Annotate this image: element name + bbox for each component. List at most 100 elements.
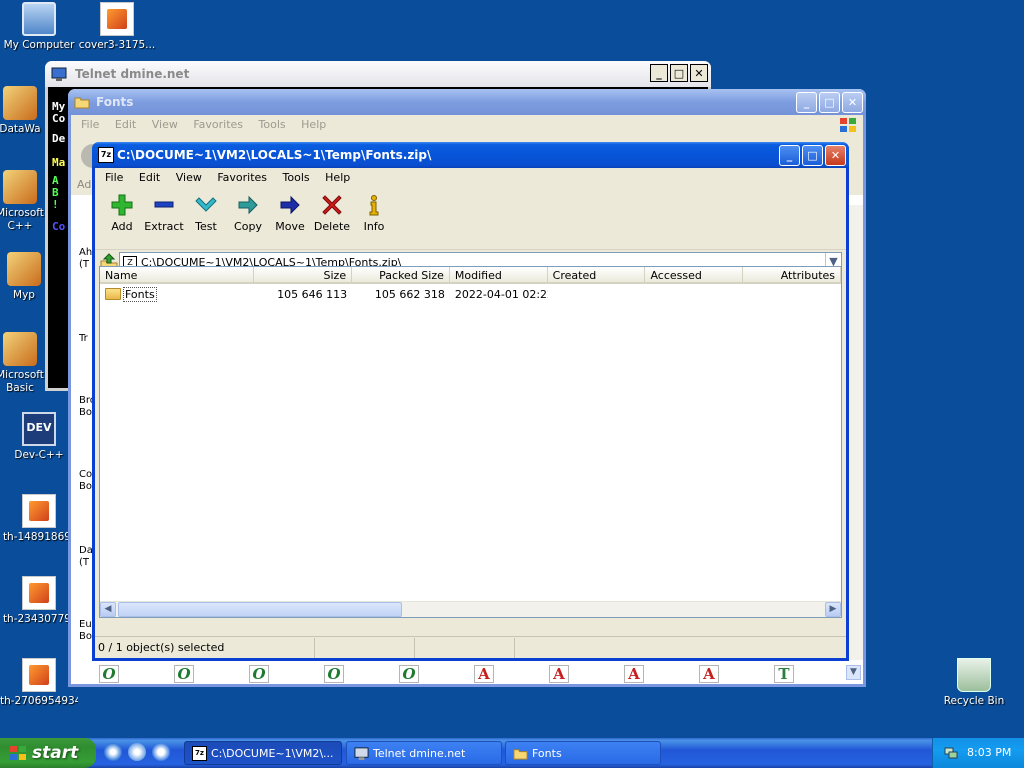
cell-attributes [743, 286, 841, 303]
maximize-button[interactable]: □ [670, 64, 688, 82]
opentype-font-icon[interactable]: O [399, 665, 419, 683]
telnet-icon [51, 67, 67, 81]
raster-font-icon[interactable]: A [699, 665, 719, 683]
minimize-button[interactable]: _ [650, 64, 668, 82]
desktop-icon-label: Recycle Bin [943, 695, 1005, 707]
delete-label: Delete [313, 220, 351, 233]
scroll-down-button[interactable]: ▼ [846, 665, 861, 680]
menu-tools[interactable]: Tools [253, 118, 292, 131]
opentype-font-icon[interactable]: O [249, 665, 269, 683]
close-button[interactable]: ✕ [842, 92, 863, 113]
col-created[interactable]: Created [548, 267, 646, 284]
desktop-icon-label: My Computer [3, 39, 75, 51]
menu-view[interactable]: View [146, 118, 184, 131]
scroll-left-button[interactable]: ◀ [100, 602, 116, 617]
windows-flag-icon [10, 746, 26, 760]
extract-label: Extract [144, 220, 184, 233]
font-list-item[interactable]: Co [79, 469, 92, 480]
file-list[interactable]: Name Size Packed Size Modified Created A… [99, 266, 842, 618]
desktop-icon-cover3[interactable]: cover3-3175... [78, 2, 156, 51]
image-file-icon [22, 494, 56, 528]
raster-font-icon[interactable]: A [624, 665, 644, 683]
internet-explorer-icon[interactable] [104, 743, 122, 761]
add-label: Add [111, 220, 133, 233]
menu-help[interactable]: Help [319, 171, 356, 184]
raster-font-icon[interactable]: A [474, 665, 494, 683]
desktop-icon-microsoft-cpp[interactable]: Microsoft C++ [0, 170, 50, 233]
desktop-icon-dev-cpp[interactable]: DEV Dev-C++ [0, 412, 78, 461]
start-button[interactable]: start [0, 738, 96, 768]
horizontal-scrollbar[interactable]: ◀ ▶ [100, 601, 841, 617]
menu-edit[interactable]: Edit [109, 118, 142, 131]
font-list-item[interactable]: (T [79, 557, 89, 568]
add-button[interactable]: Add [101, 192, 143, 249]
maximize-button[interactable]: □ [819, 92, 840, 113]
font-list-item[interactable]: (T [79, 259, 89, 270]
menu-edit[interactable]: Edit [133, 171, 166, 184]
taskbar-button-7zip[interactable]: 7z C:\DOCUME~1\VM2\... [184, 741, 342, 765]
outlook-express-icon[interactable] [128, 743, 146, 761]
font-list-item[interactable]: Da [79, 545, 93, 556]
col-accessed[interactable]: Accessed [645, 267, 744, 284]
desktop-icon-th-234307[interactable]: th-23430779( [0, 576, 78, 625]
fonts-titlebar[interactable]: Fonts _ □ ✕ [68, 89, 866, 115]
menu-file[interactable]: File [99, 171, 129, 184]
fonts-vertical-scrollbar[interactable] [847, 205, 863, 660]
extract-button[interactable]: Extract [143, 192, 185, 249]
opentype-font-icon[interactable]: O [99, 665, 119, 683]
desktop-icon-th-270695[interactable]: th-2706954934 [0, 658, 78, 707]
col-modified[interactable]: Modified [450, 267, 548, 284]
font-list-item[interactable]: Bo [79, 481, 92, 492]
truetype-font-icon[interactable]: T [774, 665, 794, 683]
scrollbar-thumb[interactable] [118, 602, 402, 617]
opentype-font-icon[interactable]: O [174, 665, 194, 683]
desktop-icon-label: cover3-3175... [78, 39, 156, 51]
info-button[interactable]: Info [353, 192, 395, 249]
minimize-button[interactable]: _ [796, 92, 817, 113]
delete-button[interactable]: Delete [311, 192, 353, 249]
table-row[interactable]: Fonts 105 646 113 105 662 318 2022-04-01… [100, 286, 841, 303]
col-name[interactable]: Name [100, 267, 255, 284]
media-player-icon[interactable] [152, 743, 170, 761]
font-list-item[interactable]: Ah [79, 247, 92, 258]
opentype-font-icon[interactable]: O [324, 665, 344, 683]
7zip-window[interactable]: 7z C:\DOCUME~1\VM2\LOCALS~1\Temp\Fonts.z… [92, 142, 849, 661]
taskbar-button-telnet[interactable]: Telnet dmine.net [346, 741, 502, 765]
maximize-button[interactable]: □ [802, 145, 823, 166]
font-list-item[interactable]: Eu [79, 619, 92, 630]
copy-button[interactable]: Copy [227, 192, 269, 249]
desktop-icon-myp[interactable]: Myp [0, 252, 48, 301]
close-button[interactable]: ✕ [825, 145, 846, 166]
status-text: 0 / 1 object(s) selected [95, 638, 315, 658]
7zip-toolbar: Add Extract Test Copy Move Delete Info [95, 188, 846, 250]
col-attributes[interactable]: Attributes [743, 267, 841, 284]
font-list-item[interactable]: Tr [79, 333, 88, 344]
desktop-icon-recycle-bin[interactable]: Recycle Bin [935, 658, 1013, 707]
menu-favorites[interactable]: Favorites [187, 118, 249, 131]
raster-font-icon[interactable]: A [549, 665, 569, 683]
col-size[interactable]: Size [254, 267, 353, 284]
scroll-right-button[interactable]: ▶ [825, 602, 841, 617]
telnet-titlebar[interactable]: Telnet dmine.net _ □ ✕ [45, 61, 711, 87]
desktop-icon-my-computer[interactable]: My Computer [0, 2, 78, 51]
desktop-icon-microsoft-basic[interactable]: Microsoft Basic [0, 332, 50, 395]
font-list-item[interactable]: Bo [79, 631, 92, 642]
menu-favorites[interactable]: Favorites [211, 171, 273, 184]
test-button[interactable]: Test [185, 192, 227, 249]
check-icon [195, 197, 217, 212]
menu-file[interactable]: File [75, 118, 105, 131]
desktop-icon-th-148918[interactable]: th-14891869( [0, 494, 78, 543]
menu-tools[interactable]: Tools [277, 171, 316, 184]
network-icon[interactable] [943, 745, 959, 761]
7zip-titlebar[interactable]: 7z C:\DOCUME~1\VM2\LOCALS~1\Temp\Fonts.z… [92, 142, 849, 168]
desktop-icon-datawa[interactable]: DataWa [0, 86, 50, 135]
minimize-button[interactable]: _ [779, 145, 800, 166]
move-button[interactable]: Move [269, 192, 311, 249]
taskbar-button-fonts[interactable]: Fonts [505, 741, 661, 765]
close-button[interactable]: ✕ [690, 64, 708, 82]
menu-view[interactable]: View [170, 171, 208, 184]
desktop-icon-label: Microsoft C++ [0, 207, 44, 232]
col-packed-size[interactable]: Packed Size [352, 267, 450, 284]
clock[interactable]: 8:03 PM [967, 746, 1011, 759]
menu-help[interactable]: Help [295, 118, 332, 131]
